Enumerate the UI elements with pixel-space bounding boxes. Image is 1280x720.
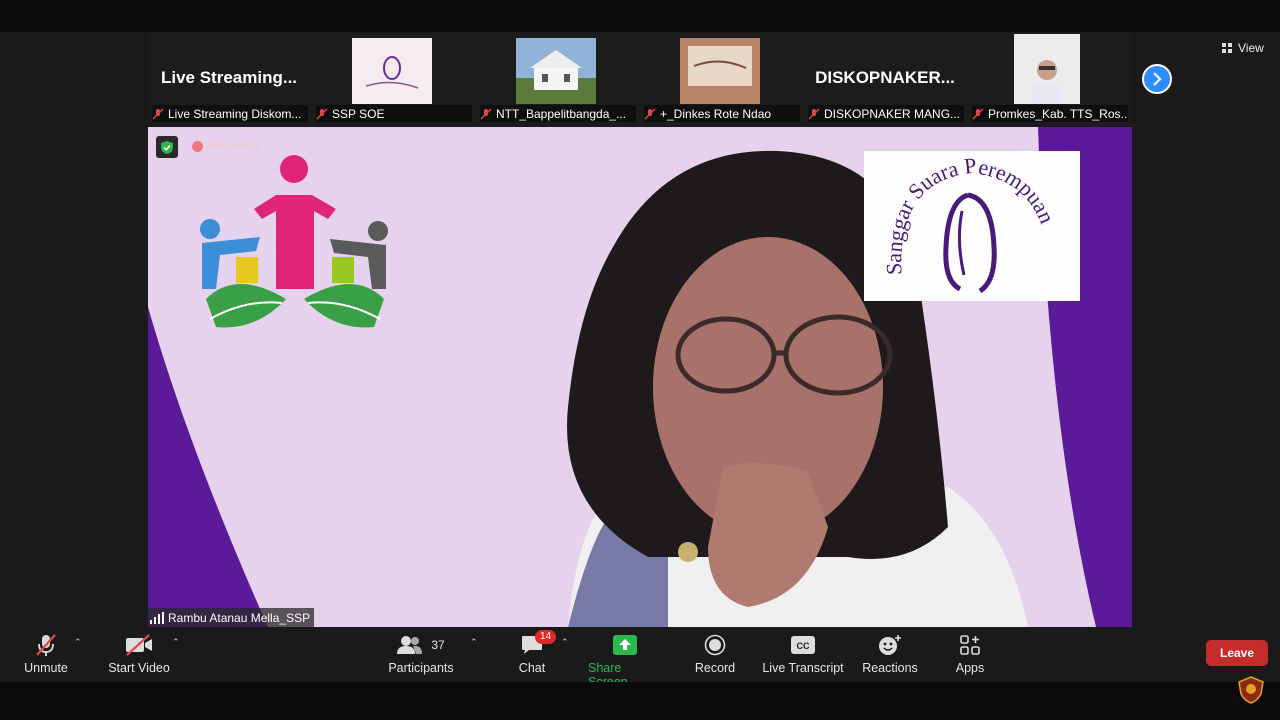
- apps-label: Apps: [955, 661, 985, 675]
- mic-off-icon: [316, 108, 328, 119]
- cc-icon: CC: [791, 636, 815, 654]
- participant-name: +_Dinkes Rote Ndao: [660, 106, 772, 121]
- recording-indicator: Recording: [192, 140, 258, 152]
- mic-off-icon: [972, 108, 984, 119]
- participant-label: Promkes_Kab. TTS_Ros...: [972, 105, 1128, 122]
- participant-label: +_Dinkes Rote Ndao: [644, 105, 800, 122]
- participant-label: DISKOPNAKER MANG...: [808, 105, 964, 122]
- next-page-button[interactable]: [1142, 64, 1172, 94]
- participants-options-caret[interactable]: ⌃: [470, 637, 478, 648]
- participant-thumbnail: [516, 38, 596, 104]
- participants-label: Participants: [388, 661, 454, 675]
- shield-icon: [161, 140, 173, 154]
- share-screen-icon: [613, 635, 637, 655]
- record-dot-icon: [192, 140, 203, 152]
- record-label: Record: [694, 661, 736, 675]
- participant-display-name: DISKOPNAKER...: [815, 68, 955, 87]
- security-button[interactable]: [156, 136, 178, 158]
- record-icon: [704, 634, 726, 656]
- participant-name: NTT_Bappelitbangda_...: [496, 106, 627, 121]
- participant-tile[interactable]: NTT_Bappelitbangda_...: [476, 32, 638, 126]
- view-button[interactable]: View: [1222, 41, 1264, 55]
- participant-display-name: Live Streaming...: [160, 68, 298, 87]
- chat-button[interactable]: 14 Chat: [514, 630, 557, 675]
- signal-bars-icon: [150, 611, 164, 624]
- mic-off-icon: [480, 108, 492, 119]
- participant-tile[interactable]: Live Streaming... Live Streaming Diskom.…: [148, 32, 310, 126]
- unmute-button[interactable]: Unmute: [22, 633, 70, 675]
- speaker-name-tag: Rambu Atanau Mella_SSP: [148, 608, 315, 627]
- meeting-toolbar: Unmute ⌃ Start Video ⌃ 37 Participants ⌃…: [0, 627, 1280, 689]
- chat-label: Chat: [518, 661, 546, 675]
- start-video-label: Start Video: [108, 661, 170, 675]
- mic-off-icon: [644, 108, 656, 119]
- participant-label: NTT_Bappelitbangda_...: [480, 105, 636, 122]
- mic-off-icon: [152, 108, 164, 119]
- mic-off-icon: [36, 634, 56, 656]
- participant-tile[interactable]: Promkes_Kab. TTS_Ros...: [968, 32, 1130, 126]
- participant-thumbnail: [352, 38, 432, 104]
- participants-icon: [397, 636, 423, 654]
- main-video: Sanggar Suara Perempuan Recording Rambu …: [148, 127, 1132, 627]
- svg-text:Sanggar Suara Perempuan: Sanggar Suara Perempuan: [881, 153, 1060, 276]
- audio-options-caret[interactable]: ⌃: [74, 637, 82, 648]
- participant-tile[interactable]: SSP SOE: [312, 32, 474, 126]
- ssp-logo: Sanggar Suara Perempuan: [864, 151, 1080, 301]
- video-options-caret[interactable]: ⌃: [172, 637, 180, 648]
- participant-name: Live Streaming Diskom...: [168, 106, 302, 121]
- live-transcript-label: Live Transcript: [762, 661, 844, 675]
- video-off-icon: [126, 634, 152, 656]
- apps-icon: [960, 635, 980, 655]
- live-transcript-button[interactable]: CC Live Transcript: [760, 633, 846, 675]
- ssp-logo-text: Sanggar Suara Perempuan: [881, 153, 1060, 276]
- mic-off-icon: [808, 108, 820, 119]
- participants-button[interactable]: 37 Participants: [386, 633, 456, 675]
- participant-name: DISKOPNAKER MANG...: [824, 106, 961, 121]
- share-screen-button[interactable]: Share Screen: [588, 633, 662, 689]
- window-bottom-bar: [0, 682, 1280, 720]
- reactions-button[interactable]: Reactions: [862, 633, 918, 675]
- participant-name: SSP SOE: [332, 106, 385, 121]
- reactions-label: Reactions: [862, 661, 918, 675]
- apps-button[interactable]: Apps: [952, 633, 988, 675]
- unmute-label: Unmute: [24, 661, 68, 675]
- participant-thumbnail: [1014, 34, 1080, 104]
- leave-button[interactable]: Leave: [1206, 640, 1268, 666]
- record-button[interactable]: Record: [694, 633, 736, 675]
- participant-name: Promkes_Kab. TTS_Ros...: [988, 106, 1128, 121]
- grid-view-icon: [1222, 43, 1232, 53]
- participant-tile[interactable]: +_Dinkes Rote Ndao: [640, 32, 802, 126]
- reactions-icon: [879, 635, 901, 655]
- svg-text:CC: CC: [797, 641, 810, 651]
- participant-tile[interactable]: DISKOPNAKER... DISKOPNAKER MANG...: [804, 32, 966, 126]
- chat-unread-badge: 14: [535, 630, 557, 644]
- chat-options-caret[interactable]: ⌃: [561, 637, 569, 648]
- participant-thumbnail: [680, 38, 760, 104]
- chevron-right-icon: [1153, 72, 1162, 86]
- speaker-name: Rambu Atanau Mella_SSP: [168, 610, 311, 625]
- participants-count: 37: [431, 638, 445, 652]
- start-video-button[interactable]: Start Video: [106, 633, 172, 675]
- view-label: View: [1238, 41, 1264, 55]
- emblem-watermark-icon: [1238, 676, 1264, 704]
- participant-strip: Live Streaming... Live Streaming Diskom.…: [148, 32, 1132, 126]
- participant-label: SSP SOE: [316, 105, 472, 122]
- participant-label: Live Streaming Diskom...: [152, 105, 308, 122]
- recording-label: Recording: [208, 140, 259, 152]
- window-top-bar: [0, 0, 1280, 32]
- logo-people-graphic: [200, 155, 388, 328]
